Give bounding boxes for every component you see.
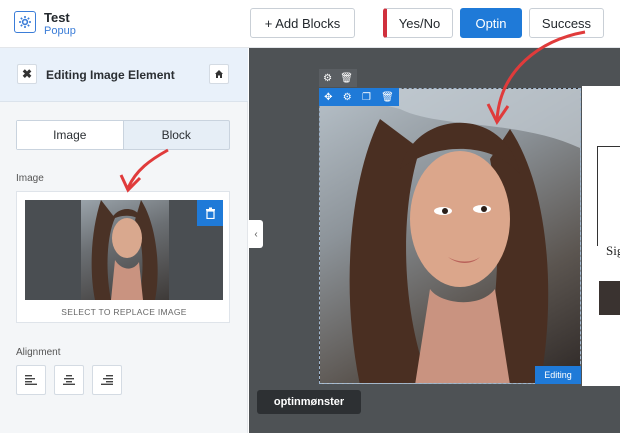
alignment-label: Alignment — [16, 347, 61, 358]
element-tabs: Image Block — [16, 120, 230, 150]
view-yesno-button[interactable]: Yes/No — [383, 8, 453, 38]
panel-title: Editing Image Element — [46, 68, 175, 82]
home-icon[interactable] — [209, 64, 229, 84]
block-toolbar: ⚙ 🗑 — [319, 69, 357, 87]
element-delete-icon[interactable]: 🗑 — [381, 92, 394, 103]
image-label: Image — [16, 173, 44, 184]
popup-divider — [597, 146, 598, 246]
image-thumbnail[interactable] — [25, 200, 223, 300]
close-icon[interactable]: ✖ — [17, 64, 37, 84]
selected-image[interactable] — [319, 88, 581, 384]
move-icon[interactable]: ✥ — [324, 92, 332, 103]
gear-icon[interactable] — [14, 11, 36, 33]
block-settings-icon[interactable]: ⚙ — [323, 73, 332, 84]
optinmonster-logo: optinmønster — [257, 390, 361, 414]
popup-divider-top — [597, 146, 620, 147]
tab-block[interactable]: Block — [124, 121, 230, 149]
editing-badge: Editing — [535, 366, 581, 384]
campaign-type: Popup — [44, 25, 76, 37]
replace-image-link[interactable]: SELECT TO REPLACE IMAGE — [17, 307, 231, 317]
collapse-sidebar-icon[interactable]: ‹ — [249, 220, 263, 248]
popup-heading-partial: Sig — [606, 243, 620, 258]
thumbnail-photo — [81, 200, 169, 300]
element-toolbar: ✥ ⚙ ❐ 🗑 — [319, 88, 399, 106]
view-success-button[interactable]: Success — [529, 8, 604, 38]
block-delete-icon[interactable]: 🗑 — [340, 73, 353, 84]
image-picker[interactable]: SELECT TO REPLACE IMAGE — [16, 191, 230, 323]
panel-header: ✖ Editing Image Element — [0, 48, 248, 102]
editor-canvas: ‹ Sig ⚙ 🗑 ✥ ⚙ ❐ 🗑 Editing optinmønster — [249, 48, 620, 433]
duplicate-icon[interactable]: ❐ — [362, 92, 371, 103]
campaign-title: Test — [44, 10, 70, 25]
view-optin-button[interactable]: Optin — [460, 8, 522, 38]
tab-image[interactable]: Image — [17, 121, 124, 149]
align-left-icon[interactable] — [16, 365, 46, 395]
add-blocks-button[interactable]: + Add Blocks — [250, 8, 355, 38]
align-right-icon[interactable] — [92, 365, 122, 395]
popup-content-area[interactable] — [582, 86, 620, 386]
top-bar: Test Popup + Add Blocks Yes/No Optin Suc… — [0, 0, 620, 48]
element-settings-icon[interactable]: ⚙ — [343, 92, 352, 103]
trash-icon[interactable] — [197, 200, 223, 226]
popup-button-partial[interactable] — [599, 281, 620, 315]
align-center-icon[interactable] — [54, 365, 84, 395]
element-sidebar: ✖ Editing Image Element Image Block Imag… — [0, 48, 248, 433]
